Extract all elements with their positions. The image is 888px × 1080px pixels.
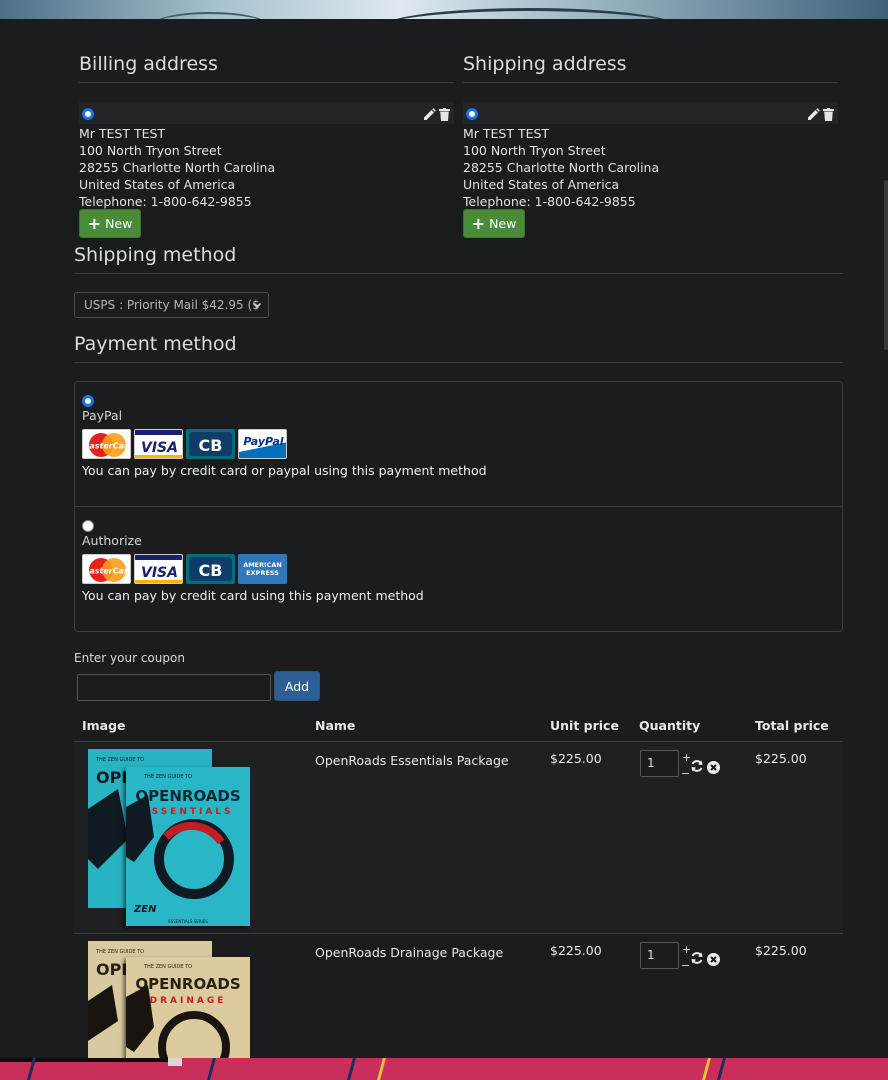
payment-description-paypal: You can pay by credit card or paypal usi…: [82, 463, 487, 478]
top-background-strip: [0, 0, 888, 19]
chevron-down-icon: [252, 299, 262, 313]
book-title-text: OPENROADS: [135, 787, 240, 805]
payment-radio-authorize[interactable]: [82, 520, 94, 532]
shipping-address-header-bar: [463, 102, 838, 124]
scrollbar[interactable]: [884, 180, 888, 350]
table-row-divider: [74, 933, 843, 934]
shipping-city: 28255 Charlotte North Carolina: [463, 160, 660, 175]
add-coupon-button[interactable]: Add: [274, 671, 320, 701]
billing-new-label: New: [105, 216, 133, 231]
bottom-background-strip: [0, 1058, 888, 1080]
cb-logo-text: CB: [199, 561, 223, 580]
remove-item-icon[interactable]: [707, 759, 720, 778]
shipping-name: Mr TEST TEST: [463, 126, 550, 141]
refresh-icon[interactable]: [690, 758, 704, 777]
shipping-country: United States of America: [463, 177, 620, 192]
book-logo-text: ZEN: [133, 904, 157, 915]
paypal-logo: PayPal: [238, 429, 287, 459]
book-header-text: THE ZEN GUIDE TO: [143, 774, 192, 780]
billing-phone: Telephone: 1-800-642-9855: [79, 194, 252, 209]
visa-logo: VISA: [134, 554, 183, 584]
book-header-text: THE ZEN GUIDE TO: [95, 949, 144, 955]
mastercard-logo-text: MasterCard: [83, 442, 131, 451]
edit-pencil-icon[interactable]: [807, 106, 820, 125]
refresh-icon[interactable]: [690, 950, 704, 969]
billing-new-address-button[interactable]: + New: [79, 209, 141, 238]
edit-pencil-icon[interactable]: [423, 106, 436, 125]
column-header-unit-price: Unit price: [550, 718, 619, 733]
remove-item-icon[interactable]: [707, 951, 720, 970]
payment-methods-divider: [75, 506, 842, 507]
shipping-new-address-button[interactable]: + New: [463, 209, 525, 238]
billing-name: Mr TEST TEST: [79, 126, 166, 141]
quantity-input[interactable]: 1: [640, 942, 679, 969]
shipping-method-value: USPS : Priority Mail $42.95 ($: [84, 298, 260, 312]
cb-logo: CB: [186, 429, 235, 459]
column-header-quantity: Quantity: [639, 718, 701, 733]
visa-logo-text: VISA: [141, 440, 178, 456]
quantity-input[interactable]: 1: [640, 750, 679, 777]
svg-text:AMERICAN: AMERICAN: [243, 561, 282, 569]
coupon-input[interactable]: [77, 674, 271, 701]
plus-icon: +: [471, 213, 486, 233]
paypal-logo-text: PayPal: [243, 435, 283, 448]
billing-address-title: Billing address: [79, 53, 218, 75]
unit-price: $225.00: [550, 943, 602, 958]
payment-method-title: Payment method: [74, 333, 237, 355]
book-header-text: THE ZEN GUIDE TO: [95, 757, 144, 763]
mastercard-logo: MasterCard: [82, 554, 131, 584]
shipping-phone: Telephone: 1-800-642-9855: [463, 194, 636, 209]
billing-street: 100 North Tryon Street: [79, 143, 222, 158]
payment-label-authorize: Authorize: [82, 533, 142, 548]
unit-price: $225.00: [550, 751, 602, 766]
payment-radio-paypal[interactable]: [82, 395, 94, 407]
payment-method-divider: [74, 362, 843, 363]
billing-city: 28255 Charlotte North Carolina: [79, 160, 276, 175]
product-image-essentials[interactable]: THE ZEN GUIDE TO OPENROADS ESSENTIALS ZE…: [126, 767, 250, 926]
mastercard-logo: MasterCard: [82, 429, 131, 459]
shipping-address-title: Shipping address: [463, 53, 627, 75]
billing-country: United States of America: [79, 177, 236, 192]
delete-trash-icon[interactable]: [823, 106, 834, 125]
product-name[interactable]: OpenRoads Essentials Package: [315, 753, 509, 768]
shipping-method-divider: [74, 273, 843, 274]
delete-trash-icon[interactable]: [439, 106, 450, 125]
column-header-total-price: Total price: [755, 718, 829, 733]
shipping-address-radio[interactable]: [466, 108, 478, 120]
book-subtitle-text: DRAINAGE: [150, 996, 227, 1006]
book-title-text: OPENROADS: [135, 975, 240, 993]
cb-logo: CB: [186, 554, 235, 584]
column-header-image: Image: [82, 718, 126, 733]
total-price: $225.00: [755, 943, 807, 958]
coupon-label: Enter your coupon: [74, 651, 185, 665]
billing-address-header-bar: [79, 102, 454, 124]
quantity-decrease-button[interactable]: −: [681, 768, 690, 779]
shipping-divider: [463, 82, 838, 83]
billing-address-radio[interactable]: [82, 108, 94, 120]
visa-logo-text: VISA: [141, 565, 178, 581]
book-subtitle-text: ESSENTIALS: [142, 807, 233, 817]
amex-logo: AMERICAN EXPRESS: [238, 554, 287, 584]
product-image-drainage[interactable]: THE ZEN GUIDE TO OPENROADS DRAINAGE: [126, 957, 250, 1061]
book-series-text: ESSENTIALS SERIES: [168, 919, 208, 924]
payment-description-authorize: You can pay by credit card using this pa…: [82, 588, 424, 603]
quantity-decrease-button[interactable]: −: [681, 960, 690, 971]
cb-logo-text: CB: [199, 436, 223, 455]
column-header-name: Name: [315, 718, 356, 733]
billing-divider: [79, 82, 454, 83]
visa-logo: VISA: [134, 429, 183, 459]
book-header-text: THE ZEN GUIDE TO: [143, 964, 192, 970]
horizontal-scrollbar-thumb[interactable]: [168, 1058, 182, 1066]
plus-icon: +: [87, 213, 102, 233]
shipping-street: 100 North Tryon Street: [463, 143, 606, 158]
shipping-new-label: New: [489, 216, 517, 231]
shipping-method-title: Shipping method: [74, 244, 237, 266]
mastercard-logo-text: MasterCard: [83, 567, 131, 576]
shipping-method-select[interactable]: USPS : Priority Mail $42.95 ($: [74, 292, 269, 318]
svg-text:EXPRESS: EXPRESS: [246, 569, 279, 577]
product-name[interactable]: OpenRoads Drainage Package: [315, 945, 503, 960]
payment-label-paypal: PayPal: [82, 408, 123, 423]
total-price: $225.00: [755, 751, 807, 766]
